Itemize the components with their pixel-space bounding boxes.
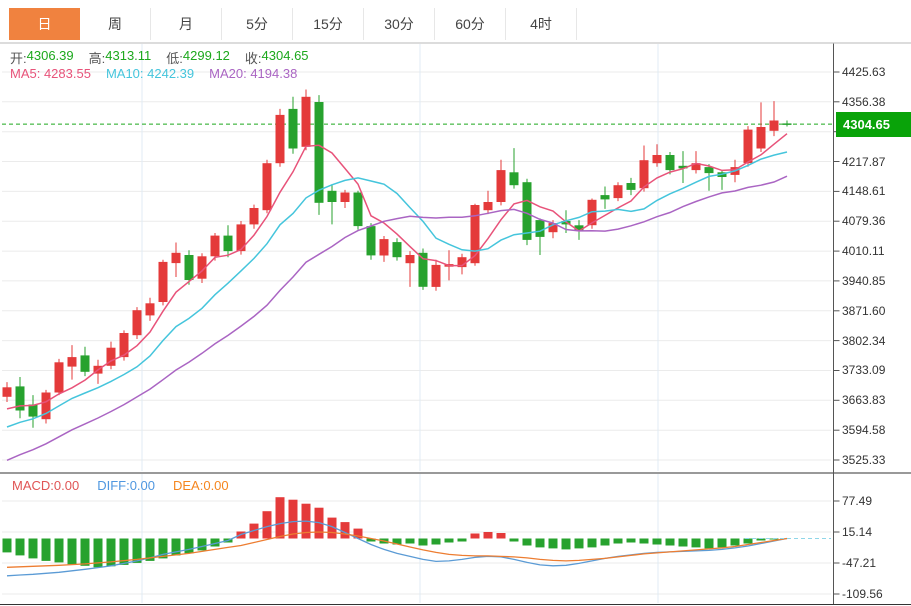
tab-60分[interactable]: 60分 [435, 8, 506, 40]
ohlc-item: 收: 4304.65 [244, 48, 309, 66]
ohlc-legend: 开: 4306.39 高: 4313.11 低: 4299.12 收: 4304.65 [10, 48, 309, 67]
price-axis-label: 4356.38 [842, 94, 886, 109]
macd-axis-label: 15.14 [842, 525, 873, 539]
tab-4时[interactable]: 4时 [506, 8, 577, 40]
price-axis-label: 3594.58 [842, 423, 886, 438]
tab-月[interactable]: 月 [151, 8, 222, 40]
chart-application: 日周月 5分 15分 30分 60分 4时 开: 4306.39 高: 4313.11 低: 429… [0, 0, 911, 606]
ma-item: MA20: 4194.38 [209, 66, 298, 81]
ma-item: MA5: 4283.55 [10, 66, 91, 81]
price-axis-label: 3663.83 [842, 393, 886, 408]
price-axis-label: 3940.85 [842, 273, 886, 288]
price-axis-label: 4079.36 [842, 214, 886, 229]
macd-legend: MACD:0.00 DIFF:0.00 DEA:0.00 [12, 478, 229, 493]
ohlc-item: 低: 4299.12 [166, 48, 230, 66]
tab-bar: 日周月 5分 15分 30分 60分 4时 [0, 0, 911, 43]
price-axis-label: 3525.33 [842, 453, 886, 467]
tab-日[interactable]: 日 [9, 8, 80, 40]
price-axis-label: 3871.60 [842, 303, 886, 318]
tab-30分[interactable]: 30分 [364, 8, 435, 40]
macd-axis-label: -109.56 [842, 587, 883, 601]
ma-legend: MA5: 4283.55 MA10: 4242.39 MA20: 4194.38 [10, 66, 297, 81]
tab-5分[interactable]: 5分 [222, 8, 293, 40]
ma-item: MA10: 4242.39 [105, 66, 195, 81]
macd-legend-item: DIFF:0.00 [97, 478, 155, 493]
price-axis-label: 4148.61 [842, 184, 886, 199]
price-axis-label: 3802.34 [842, 333, 886, 348]
price-axis-label: 3733.09 [842, 363, 886, 378]
price-axis-label: 4425.63 [842, 65, 886, 79]
current-price-tag: 4304.65 [836, 111, 911, 137]
price-axis-label: 4217.87 [842, 154, 886, 169]
tab-15分[interactable]: 15分 [293, 8, 364, 40]
macd-legend-item: DEA:0.00 [173, 478, 229, 493]
ohlc-item: 开: 4306.39 [10, 48, 74, 66]
macd-axis-label: 77.49 [842, 494, 873, 508]
ohlc-item: 高: 4313.11 [88, 48, 152, 66]
macd-legend-item: MACD:0.00 [12, 478, 80, 493]
tab-周[interactable]: 周 [80, 8, 151, 40]
candlestick-chart-canvas[interactable] [0, 0, 911, 606]
macd-axis-label: -47.21 [842, 556, 877, 570]
price-axis-label: 4010.11 [842, 244, 885, 259]
current-price-value: 4304.65 [843, 116, 890, 132]
